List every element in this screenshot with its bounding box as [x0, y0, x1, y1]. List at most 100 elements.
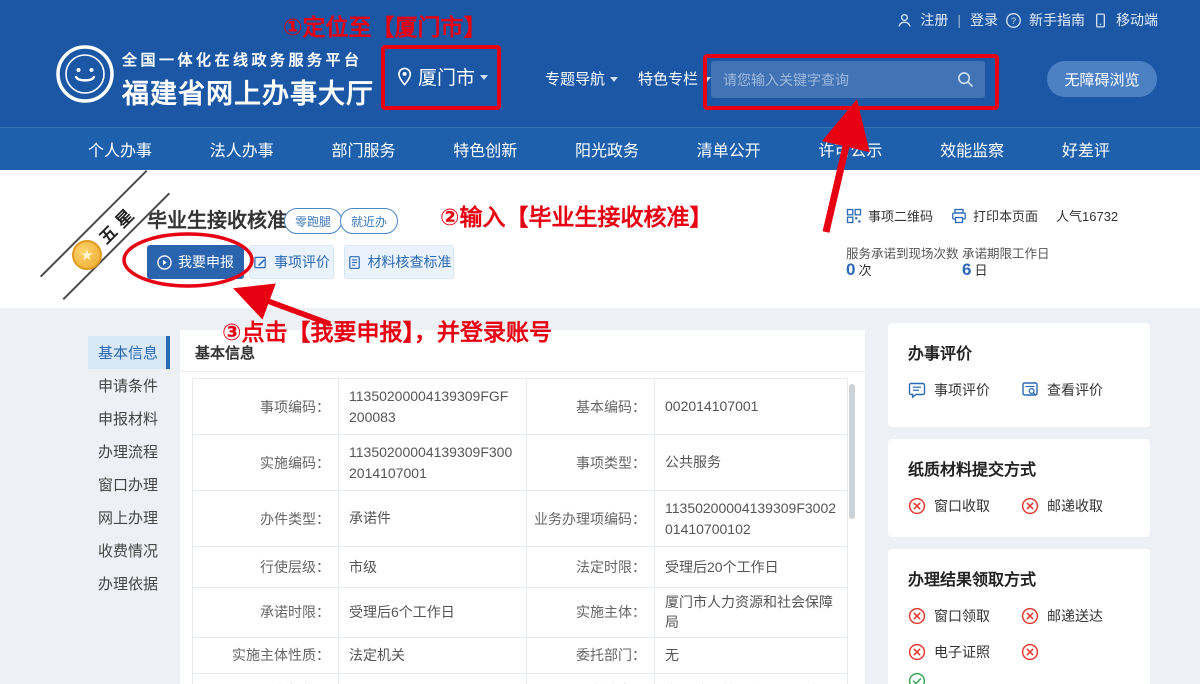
- table-row: 办件类型： 承诺件 业务办理项编码： 11350200004139309F300…: [193, 491, 848, 547]
- evaluate-item-label: 事项评价: [934, 380, 990, 400]
- menu-window-handle[interactable]: 窗口办理: [88, 468, 170, 501]
- row-value: 市级: [339, 547, 527, 588]
- onsite-count: 0: [846, 260, 855, 279]
- nav-list-public[interactable]: 清单公开: [697, 137, 761, 161]
- special-columns-menu[interactable]: 特色专栏: [638, 68, 711, 89]
- item-evaluate-button[interactable]: 事项评价: [249, 245, 334, 279]
- tag-nearby: 就近办: [340, 208, 398, 234]
- nav-department[interactable]: 部门服务: [331, 137, 395, 161]
- comment-icon: [908, 381, 926, 399]
- x-circle-icon: [1021, 607, 1039, 625]
- login-link[interactable]: 登录: [970, 10, 998, 30]
- nav-sunshine-gov[interactable]: 阳光政务: [575, 137, 639, 161]
- chevron-down-icon: [610, 77, 618, 82]
- row-label: 业务办理项编码：: [527, 491, 655, 547]
- row-value: 公共服务: [655, 435, 848, 491]
- mobile-icon: [1092, 12, 1109, 29]
- menu-legal-basis[interactable]: 办理依据: [88, 567, 170, 600]
- item-qrcode-link[interactable]: 事项二维码: [846, 206, 933, 225]
- register-link[interactable]: 注册: [920, 10, 948, 30]
- table-scrollbar[interactable]: [849, 384, 855, 519]
- x-circle-icon: [1021, 643, 1039, 661]
- nav-innovation[interactable]: 特色创新: [453, 137, 517, 161]
- chevron-down-icon: [480, 75, 488, 80]
- topbar: 注册 | 登录 ? 新手指南 移动端: [896, 10, 1158, 30]
- nav-legal-person[interactable]: 法人办事: [210, 137, 274, 161]
- row-label: 事项编码：: [193, 379, 339, 435]
- edit-doc-icon: [253, 255, 268, 270]
- row-label: 基本编码：: [527, 379, 655, 435]
- print-page-label: 打印本页面: [973, 206, 1038, 225]
- apply-button[interactable]: 我要申报: [147, 245, 244, 279]
- menu-online-handle[interactable]: 网上办理: [88, 501, 170, 534]
- result-pickup-title: 办理结果领取方式: [888, 549, 1150, 590]
- search-input[interactable]: [711, 72, 957, 88]
- window-pickup-label: 窗口领取: [934, 606, 990, 626]
- x-circle-icon: [908, 497, 926, 515]
- onsite-unit: 次: [858, 263, 871, 278]
- nav-personal[interactable]: 个人办事: [88, 137, 152, 161]
- mail-delivery-status: 邮递送达: [1021, 606, 1134, 626]
- user-icon: [896, 12, 913, 29]
- chevron-down-icon: [703, 77, 711, 82]
- guide-link[interactable]: 新手指南: [1029, 10, 1085, 30]
- window-pickup-status: 窗口领取: [908, 606, 1021, 626]
- row-value: 无: [655, 637, 848, 673]
- basic-info-table: 事项编码： 11350200004139309FGF200083 基本编码： 0…: [192, 378, 848, 684]
- search-icon[interactable]: [957, 71, 974, 88]
- service-title: 毕业生接收核准: [147, 204, 287, 233]
- apply-button-label: 我要申报: [178, 252, 234, 272]
- row-value: 无: [339, 673, 527, 684]
- nav-efficiency[interactable]: 效能监察: [940, 137, 1004, 161]
- topbar-divider: |: [957, 12, 961, 28]
- page: 注册 | 登录 ? 新手指南 移动端 全国一体化在线政务服务平台 福建省网上办事…: [0, 0, 1200, 684]
- mobile-link[interactable]: 移动端: [1116, 10, 1158, 30]
- evaluation-card: 办事评价 事项评价 查看评价: [888, 323, 1150, 427]
- onsite-promise-value: 0次: [846, 260, 871, 280]
- svg-text:?: ?: [1011, 15, 1016, 25]
- mail-collect-status: 邮递收取: [1021, 496, 1134, 516]
- view-evaluation-link[interactable]: 查看评价: [1021, 380, 1134, 400]
- printer-icon: [951, 208, 967, 224]
- nav-rating[interactable]: 好差评: [1062, 137, 1110, 161]
- row-label: 事项类型：: [527, 435, 655, 491]
- online-print-status: [1021, 642, 1134, 662]
- medal-icon: ★: [72, 240, 102, 270]
- site-logo: [55, 44, 115, 104]
- row-value: 11350200004139309FGF200083: [339, 379, 527, 435]
- topics-menu[interactable]: 专题导航: [545, 68, 618, 89]
- row-value: 11350200004139309F300201410700102: [655, 491, 848, 547]
- evaluate-item-link[interactable]: 事项评价: [908, 380, 1021, 400]
- row-label: 委托部门：: [527, 637, 655, 673]
- divider: [180, 371, 865, 372]
- e-license-status: 电子证照: [908, 642, 1021, 662]
- menu-materials[interactable]: 申报材料: [88, 402, 170, 435]
- special-columns-label: 特色专栏: [638, 68, 698, 89]
- print-page-link[interactable]: 打印本页面: [951, 206, 1038, 225]
- deadline-unit: 日: [974, 263, 987, 278]
- deadline-promise-value: 6日: [962, 260, 987, 280]
- row-value: 法定机关: [339, 637, 527, 673]
- menu-apply-conditions[interactable]: 申请条件: [88, 369, 170, 402]
- play-circle-icon: [157, 255, 172, 270]
- accessibility-button[interactable]: 无障碍浏览: [1047, 61, 1157, 97]
- result-pickup-card: 办理结果领取方式 窗口领取 邮递送达 电子证照: [888, 549, 1150, 684]
- nav-license-public[interactable]: 许可公示: [818, 137, 882, 161]
- table-row: 行使层级： 市级 法定时限： 受理后20个工作日: [193, 547, 848, 588]
- material-standard-button[interactable]: 材料核查标准: [344, 245, 454, 279]
- city-selector-label: 厦门市: [418, 63, 475, 90]
- question-icon: ?: [1005, 12, 1022, 29]
- row-label: 行使层级：: [193, 547, 339, 588]
- row-label: 办件类型：: [193, 491, 339, 547]
- mail-collect-label: 邮递收取: [1047, 496, 1103, 516]
- panel-title: 基本信息: [195, 342, 255, 363]
- x-circle-icon: [908, 643, 926, 661]
- city-selector[interactable]: 厦门市: [397, 63, 488, 90]
- x-circle-icon: [908, 607, 926, 625]
- menu-process[interactable]: 办理流程: [88, 435, 170, 468]
- location-pin-icon: [397, 67, 413, 86]
- menu-fees[interactable]: 收费情况: [88, 534, 170, 567]
- service-hero: [0, 170, 1200, 308]
- menu-basic-info[interactable]: 基本信息: [88, 336, 170, 369]
- mail-delivery-label: 邮递送达: [1047, 606, 1103, 626]
